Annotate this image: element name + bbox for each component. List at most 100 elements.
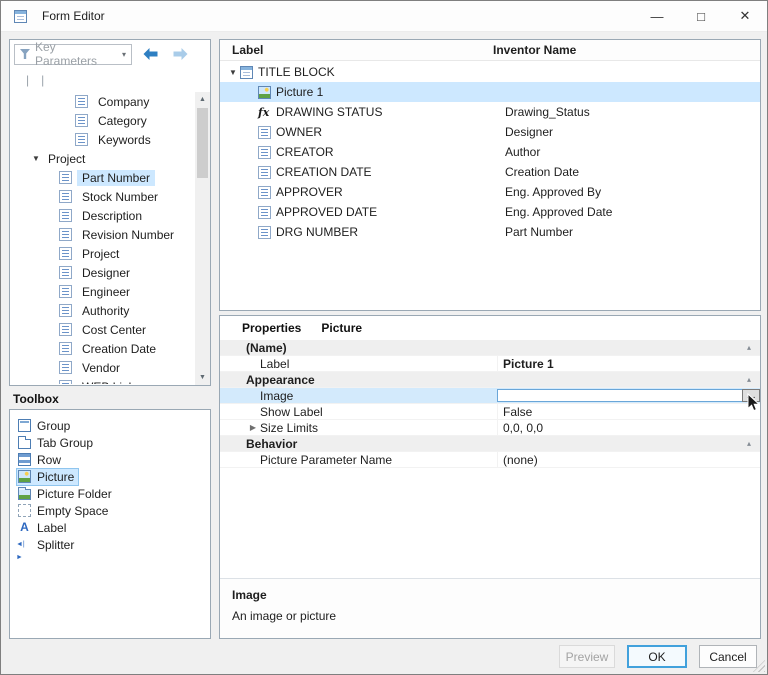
property-value[interactable]: Picture 1 … xyxy=(497,356,760,371)
toolbox-item-label: Row xyxy=(37,452,62,467)
tree-item[interactable]: Stock Number xyxy=(11,187,194,206)
expander-icon[interactable]: ▶ xyxy=(246,423,260,432)
form-tree-row[interactable]: DRAWING STATUS Drawing_Status xyxy=(220,102,760,122)
back-button[interactable] xyxy=(138,44,162,64)
tree-item-label: Creation Date xyxy=(82,341,157,356)
row-inventor-name: Part Number xyxy=(505,225,574,239)
cancel-button[interactable]: Cancel xyxy=(699,645,757,668)
ok-button[interactable]: OK xyxy=(627,645,687,668)
expander-icon[interactable]: ▼ xyxy=(226,68,240,77)
property-row[interactable]: ▶ Size Limits 0,0, 0,0 … ▴ xyxy=(220,420,760,436)
toolbox-item-label: Tab Group xyxy=(37,435,94,450)
tree-item-label: Vendor xyxy=(82,360,121,375)
row-icon xyxy=(240,65,253,79)
toolbox-item[interactable]: Picture Folder xyxy=(10,485,210,502)
form-tree-row[interactable]: CREATOR Author xyxy=(220,142,760,162)
property-row[interactable]: Picture Parameter Name (none) … ▴ xyxy=(220,452,760,468)
expander-icon[interactable]: ▼ xyxy=(29,154,43,163)
filter-funnel-icon xyxy=(20,49,30,59)
column-header-inventor-name[interactable]: Inventor Name xyxy=(493,43,576,57)
form-tree-row[interactable]: APPROVED DATE Eng. Approved Date xyxy=(220,202,760,222)
property-value[interactable]: … xyxy=(497,389,760,402)
tree-item[interactable]: ▼ Project xyxy=(11,149,194,168)
close-button[interactable]: ✕ xyxy=(723,1,767,31)
property-row[interactable]: (Name) … ▴ xyxy=(220,340,760,356)
row-inventor-name: Author xyxy=(505,145,541,159)
property-row[interactable]: Label Picture 1 … ▴ xyxy=(220,356,760,372)
form-tree-row[interactable]: Picture 1 xyxy=(220,82,760,102)
tree-item[interactable]: Category xyxy=(11,111,194,130)
tree-scrollbar[interactable]: ▲ ▼ xyxy=(195,92,210,385)
property-value[interactable]: False … xyxy=(497,404,760,419)
tree-item[interactable]: Designer xyxy=(11,263,194,282)
column-header-label[interactable]: Label xyxy=(220,43,493,57)
row-inventor-name: Designer xyxy=(505,125,554,139)
tab[interactable] xyxy=(35,73,50,87)
preview-button[interactable]: Preview xyxy=(559,645,615,668)
toolbox-item[interactable]: Empty Space xyxy=(10,502,210,519)
toolbox-item[interactable]: Splitter xyxy=(10,536,210,565)
form-editor-icon xyxy=(14,9,27,23)
tree-item[interactable]: Project xyxy=(11,244,194,263)
tree-item[interactable]: Authority xyxy=(11,301,194,320)
forward-button[interactable] xyxy=(168,44,192,64)
tree-item[interactable]: Creation Date xyxy=(11,339,194,358)
form-tree-row[interactable]: CREATION DATE Creation Date xyxy=(220,162,760,182)
collapse-icon[interactable]: ▴ xyxy=(747,439,751,448)
properties-header: Properties Picture xyxy=(220,316,760,340)
collapse-icon[interactable]: ▴ xyxy=(747,343,751,352)
property-icon xyxy=(59,361,72,374)
property-icon xyxy=(59,209,72,222)
property-value[interactable]: (none) … xyxy=(497,452,760,467)
parameters-panel: Key Parameters ▾ Company Category Keyw xyxy=(9,39,211,386)
minimize-button[interactable]: — xyxy=(635,1,679,31)
tab[interactable] xyxy=(20,73,35,87)
tree-item[interactable]: Revision Number xyxy=(11,225,194,244)
property-icon xyxy=(59,266,72,279)
row-icon xyxy=(258,185,271,199)
property-row[interactable]: Appearance … ▴ xyxy=(220,372,760,388)
property-value-text: (none) xyxy=(503,452,538,467)
tree-item[interactable]: Cost Center xyxy=(11,320,194,339)
tree-item[interactable]: Company xyxy=(11,92,194,111)
property-label: Appearance xyxy=(246,372,315,387)
toolbox-item[interactable]: Picture xyxy=(10,467,210,486)
tree-item-label: Revision Number xyxy=(82,227,175,242)
property-row[interactable]: Image … ▴ xyxy=(220,388,760,404)
toolbox-item[interactable]: Row xyxy=(10,451,210,468)
property-value[interactable]: 0,0, 0,0 … xyxy=(497,420,760,435)
toolbox-item[interactable]: Label xyxy=(10,519,210,536)
scroll-down-icon[interactable]: ▼ xyxy=(195,370,210,385)
tree-item-label: Authority xyxy=(82,303,130,318)
property-label: Behavior xyxy=(246,436,298,451)
key-parameters-dropdown[interactable]: Key Parameters ▾ xyxy=(14,40,132,68)
tree-item[interactable]: Vendor xyxy=(11,358,194,377)
tree-item-label: WEB Link xyxy=(77,379,140,385)
row-inventor-name: Drawing_Status xyxy=(505,105,590,119)
form-tree-row[interactable]: DRG NUMBER Part Number xyxy=(220,222,760,242)
toolbox-item-icon xyxy=(18,487,31,500)
form-tree-row[interactable]: ▼ TITLE BLOCK xyxy=(220,62,760,82)
tree-item[interactable]: Description xyxy=(11,206,194,225)
scroll-up-icon[interactable]: ▲ xyxy=(195,92,210,107)
row-label: DRAWING STATUS xyxy=(276,105,383,119)
scrollbar-thumb[interactable] xyxy=(197,108,208,178)
tree-item[interactable]: Keywords xyxy=(11,130,194,149)
row-label: CREATION DATE xyxy=(276,165,372,179)
collapse-icon[interactable]: ▴ xyxy=(747,375,751,384)
toolbox-item[interactable]: Group xyxy=(10,417,210,434)
form-tree-row[interactable]: OWNER Designer xyxy=(220,122,760,142)
form-tree-row[interactable]: APPROVER Eng. Approved By xyxy=(220,182,760,202)
properties-title: Properties xyxy=(242,321,302,335)
property-value-text: 0,0, 0,0 xyxy=(503,420,544,435)
toolbox-item[interactable]: Tab Group xyxy=(10,434,210,451)
window-title: Form Editor xyxy=(42,9,105,23)
tree-item[interactable]: Part Number xyxy=(11,168,194,187)
row-label: Picture 1 xyxy=(276,85,324,99)
property-row[interactable]: Show Label False … ▴ xyxy=(220,404,760,420)
property-icon xyxy=(59,342,72,355)
tree-item[interactable]: Engineer xyxy=(11,282,194,301)
maximize-button[interactable]: □ xyxy=(679,1,723,31)
tree-item[interactable]: WEB Link xyxy=(11,377,194,384)
property-row[interactable]: Behavior … ▴ xyxy=(220,436,760,452)
